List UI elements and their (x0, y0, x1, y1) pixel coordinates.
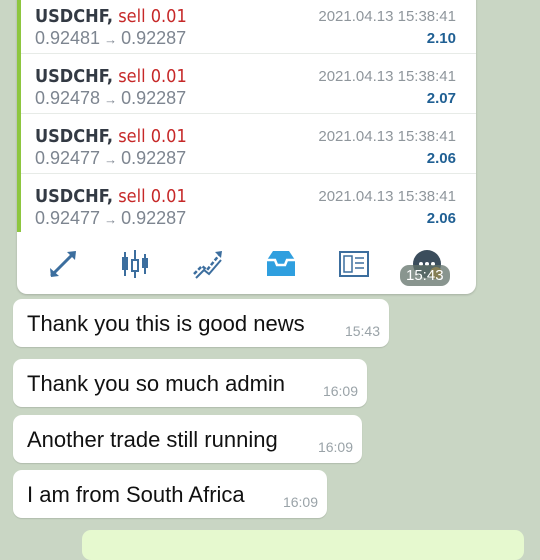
image-timestamp: 15:43 (400, 265, 450, 286)
trade-time: 2021.04.13 15:38:41 (318, 188, 456, 205)
message-bubble: Thank you so much admin 16:09 (13, 359, 367, 407)
message-text: Another trade still running (27, 427, 278, 452)
trade-profit: 2.06 (426, 150, 456, 167)
open-price: 0.92481 (35, 28, 101, 48)
trade-row: USDCHF, sell 0.01 0.92477 → 0.92287 2021.0… (21, 174, 476, 234)
trade-side: sell 0.01 (118, 66, 187, 87)
message-text: Thank you this is good news (27, 311, 305, 336)
trade-row: USDCHF, sell 0.01 0.92477 → 0.92287 2021.0… (21, 114, 476, 174)
trade-row: USDCHF, sell 0.01 0.92481 → 0.92287 2021.0… (21, 0, 476, 54)
close-price: 0.92287 (121, 208, 187, 228)
trade-profit: 2.06 (426, 210, 456, 227)
close-price: 0.92287 (121, 148, 187, 168)
arrow-icon: → (104, 92, 118, 107)
trade-profit: 2.07 (426, 90, 456, 107)
message-text: I am from South Africa (27, 482, 245, 507)
message-time: 16:09 (317, 439, 353, 455)
trade-side: sell 0.01 (118, 186, 187, 207)
trade-side: sell 0.01 (118, 6, 187, 27)
arrow-icon: → (104, 32, 118, 47)
message-text: Thank you so much admin (27, 371, 286, 396)
arrow-icon: → (104, 212, 118, 227)
message-bubble: I am from South Africa 16:09 (13, 470, 327, 518)
news-icon[interactable] (336, 246, 372, 282)
close-price: 0.92287 (121, 28, 187, 48)
message-time: 16:09 (282, 494, 318, 510)
trade-symbol: USDCHF, (35, 6, 114, 27)
open-price: 0.92477 (35, 208, 101, 228)
trade-symbol: USDCHF, (35, 186, 114, 207)
trade-icon[interactable] (190, 246, 226, 282)
message-bubble: Another trade still running 16:09 (13, 415, 362, 463)
trade-symbol: USDCHF, (35, 66, 114, 87)
chart-icon[interactable] (117, 246, 153, 282)
close-price: 0.92287 (121, 88, 187, 108)
trade-row: USDCHF, sell 0.01 0.92478 → 0.92287 2021.0… (21, 54, 476, 114)
quotes-icon[interactable] (45, 246, 81, 282)
outgoing-message-bubble (82, 530, 524, 560)
open-price: 0.92478 (35, 88, 101, 108)
arrow-icon: → (104, 152, 118, 167)
screenshot-card[interactable]: USDCHF, sell 0.01 0.92481 → 0.92287 2021.0… (17, 0, 476, 294)
message-time: 16:09 (322, 383, 358, 399)
trade-time: 2021.04.13 15:38:41 (318, 68, 456, 85)
message-time: 15:43 (344, 323, 380, 339)
trade-profit: 2.10 (426, 30, 456, 47)
open-price: 0.92477 (35, 148, 101, 168)
trade-time: 2021.04.13 15:38:41 (318, 8, 456, 25)
trade-side: sell 0.01 (118, 126, 187, 147)
trade-symbol: USDCHF, (35, 126, 114, 147)
message-bubble: Thank you this is good news 15:43 (13, 299, 389, 347)
trade-time: 2021.04.13 15:38:41 (318, 128, 456, 145)
history-inbox-icon[interactable] (263, 246, 299, 282)
